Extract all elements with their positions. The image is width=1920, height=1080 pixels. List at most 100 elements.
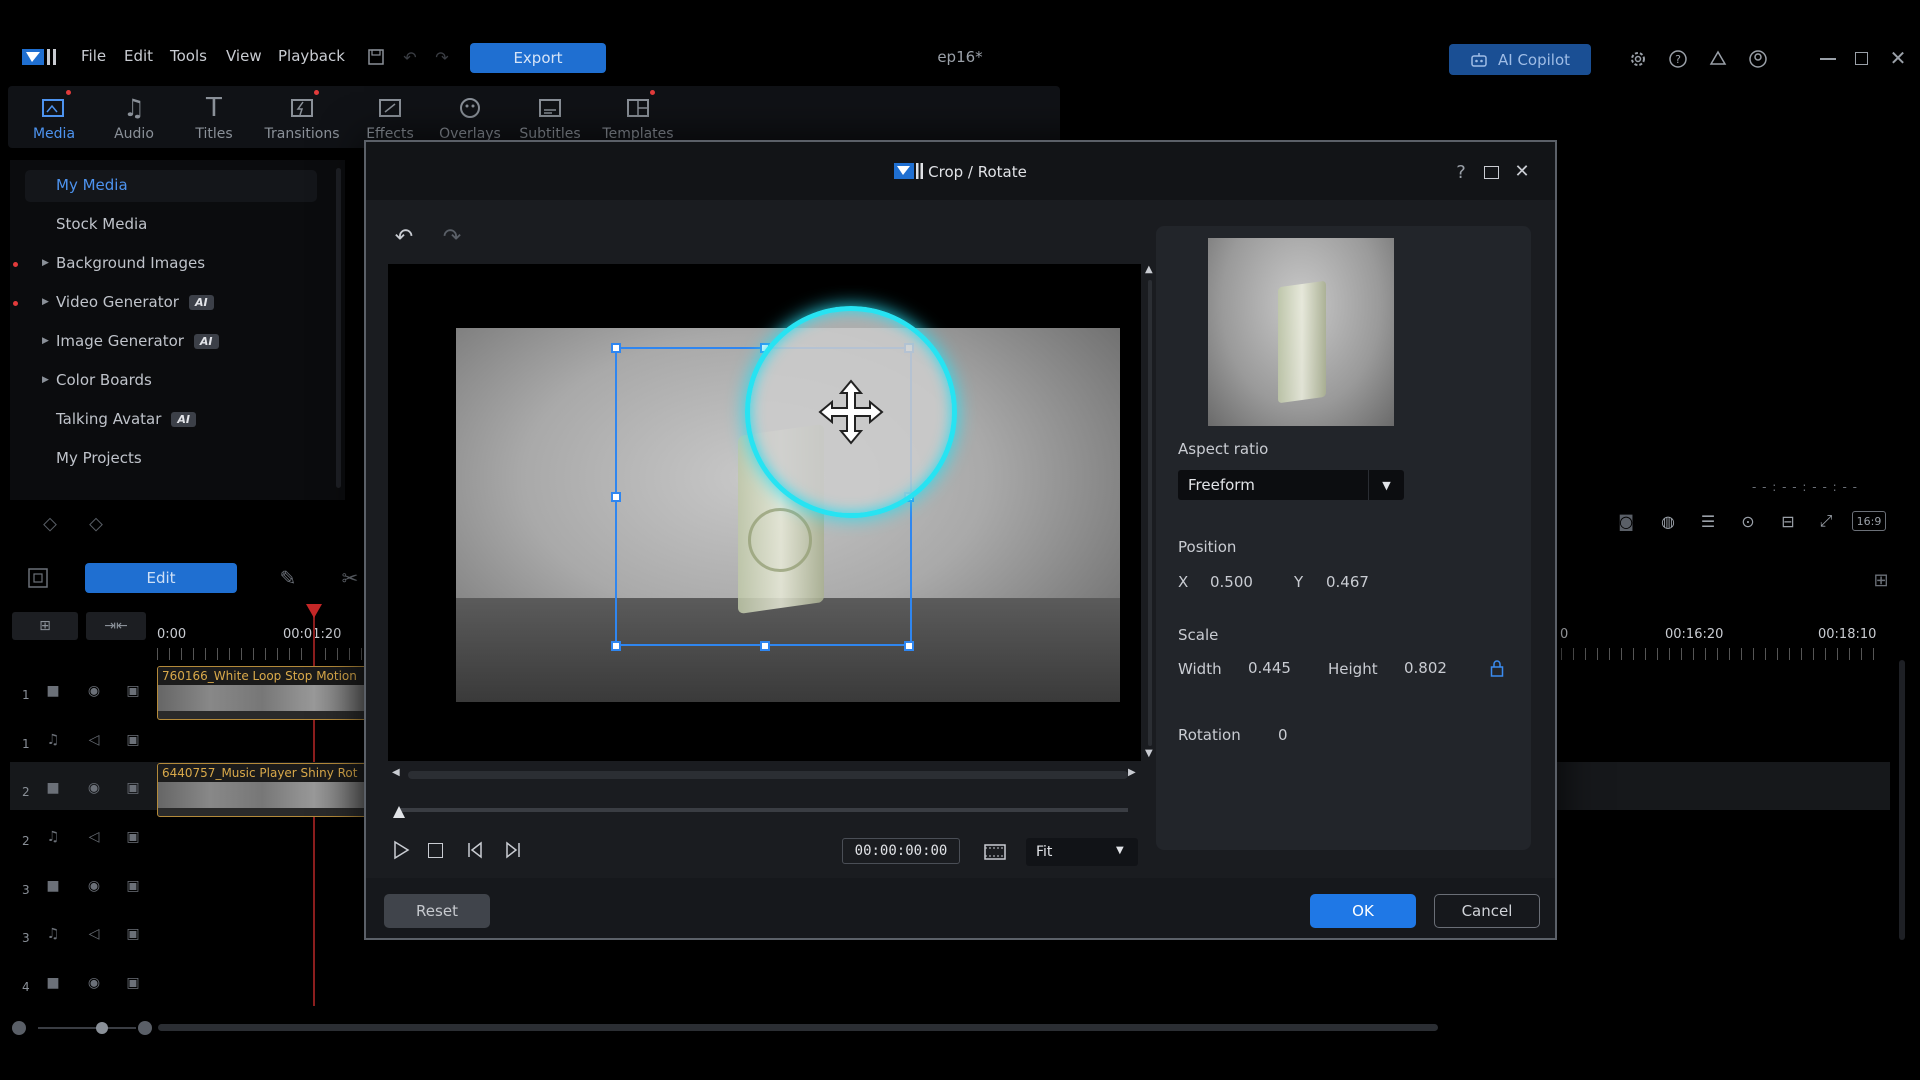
- zoom-slider-track[interactable]: [38, 1027, 136, 1029]
- lock-icon[interactable]: ▣: [123, 878, 143, 894]
- lock-icon[interactable]: ▣: [123, 732, 143, 748]
- minimize-icon[interactable]: [1820, 58, 1836, 60]
- scissors-icon[interactable]: ✂: [340, 566, 360, 590]
- zoom-in-icon[interactable]: [138, 1021, 152, 1035]
- track-manager-button[interactable]: ⊞: [12, 612, 78, 640]
- media-panel-scrollbar[interactable]: [336, 168, 341, 488]
- tab-overlays[interactable]: Overlays: [430, 86, 510, 148]
- scroll-up-icon[interactable]: ▲: [1145, 264, 1153, 275]
- media-item-background-images[interactable]: ▶ Background Images: [42, 251, 205, 275]
- ai-copilot-button[interactable]: AI Copilot: [1449, 44, 1591, 75]
- menu-edit[interactable]: Edit: [124, 47, 153, 65]
- export-button[interactable]: Export: [470, 43, 606, 73]
- maximize-icon[interactable]: [1484, 166, 1499, 179]
- menu-tools[interactable]: Tools: [170, 47, 207, 65]
- rotation-value-input[interactable]: 0: [1278, 726, 1288, 744]
- timeline-clip[interactable]: 6440757_Music Player Shiny Rot: [157, 763, 367, 817]
- preview-vscroll[interactable]: ▲ ▼: [1145, 264, 1153, 761]
- redo-icon[interactable]: ↷: [438, 225, 466, 250]
- lock-icon[interactable]: ▣: [123, 829, 143, 845]
- x-value-input[interactable]: 0.500: [1210, 573, 1253, 591]
- eye-icon[interactable]: ◉: [84, 780, 104, 796]
- eye-icon[interactable]: ◉: [84, 878, 104, 894]
- timeline-clip[interactable]: 760166_White Loop Stop Motion: [157, 666, 367, 720]
- media-item-color-boards[interactable]: ▶ Color Boards: [42, 368, 152, 392]
- tab-transitions[interactable]: Transitions: [254, 86, 350, 148]
- play-icon[interactable]: [390, 839, 412, 861]
- crop-handle-left[interactable]: [611, 492, 621, 502]
- undo-icon[interactable]: ↶: [390, 225, 418, 250]
- aspect-ratio-button[interactable]: 16:9: [1852, 511, 1886, 531]
- crop-preview-area[interactable]: [388, 264, 1141, 761]
- tab-effects[interactable]: Effects: [350, 86, 430, 148]
- scroll-right-icon[interactable]: ▶: [1128, 767, 1136, 778]
- preview-hscroll[interactable]: [408, 771, 1128, 779]
- aspect-ratio-select[interactable]: Freeform ▼: [1178, 470, 1404, 500]
- zoom-out-icon[interactable]: [12, 1021, 26, 1035]
- menu-file[interactable]: File: [81, 47, 106, 65]
- eye-icon[interactable]: ◉: [84, 975, 104, 991]
- lock-icon[interactable]: ▣: [123, 926, 143, 942]
- safe-zone-icon[interactable]: [982, 841, 1008, 863]
- help-icon[interactable]: ?: [1451, 162, 1471, 183]
- account-icon[interactable]: [1747, 48, 1769, 70]
- crop-handle-bottom-left[interactable]: [611, 641, 621, 651]
- lock-icon[interactable]: ▣: [123, 780, 143, 796]
- list-icon[interactable]: ☰: [1696, 510, 1720, 532]
- preview-quality-icon[interactable]: ◍: [1656, 510, 1680, 532]
- vscroll-track[interactable]: [1148, 280, 1152, 746]
- reset-button[interactable]: Reset: [384, 894, 490, 928]
- tag-remove-icon[interactable]: ⬦: [84, 511, 108, 535]
- zoom-icon[interactable]: ⊙: [1736, 510, 1760, 532]
- timecode-display[interactable]: 00:00:00:00: [842, 838, 960, 864]
- height-value-input[interactable]: 0.802: [1404, 659, 1447, 677]
- close-icon[interactable]: ✕: [1888, 46, 1908, 70]
- fit-timeline-button[interactable]: ⇥⇤: [86, 612, 146, 640]
- close-icon[interactable]: ✕: [1512, 161, 1532, 182]
- tab-audio[interactable]: ♫ Audio: [94, 86, 174, 148]
- timeline-grid-icon[interactable]: [26, 566, 50, 590]
- media-item-image-generator[interactable]: ▶ Image Generator AI: [42, 329, 219, 353]
- media-item-talking-avatar[interactable]: Talking Avatar AI: [56, 407, 196, 431]
- undo-icon[interactable]: ↶: [400, 48, 420, 67]
- ok-button[interactable]: OK: [1310, 894, 1416, 928]
- save-icon[interactable]: [366, 47, 386, 67]
- width-value-input[interactable]: 0.445: [1248, 659, 1291, 677]
- media-item-my-media[interactable]: My Media: [56, 173, 128, 197]
- gear-icon[interactable]: [1627, 48, 1649, 70]
- media-item-video-generator[interactable]: ▶ Video Generator AI: [42, 290, 214, 314]
- edit-button[interactable]: Edit: [85, 563, 237, 593]
- zoom-fit-select[interactable]: Fit ▼: [1026, 838, 1138, 866]
- tab-media[interactable]: Media: [14, 86, 94, 148]
- crop-handle-bottom-right[interactable]: [904, 641, 914, 651]
- playhead-handle[interactable]: [306, 604, 322, 618]
- media-item-stock-media[interactable]: Stock Media: [56, 212, 147, 236]
- speaker-icon[interactable]: ◁: [84, 926, 104, 942]
- stop-icon[interactable]: [428, 843, 443, 858]
- help-icon[interactable]: ?: [1667, 48, 1689, 70]
- redo-icon[interactable]: ↷: [432, 48, 452, 67]
- y-value-input[interactable]: 0.467: [1326, 573, 1369, 591]
- timeline-hscroll[interactable]: [158, 1024, 1438, 1031]
- layout-icon[interactable]: ⊟: [1776, 510, 1800, 532]
- tab-titles[interactable]: T Titles: [174, 86, 254, 148]
- eye-icon[interactable]: ◉: [84, 683, 104, 699]
- crop-handle-bottom[interactable]: [760, 641, 770, 651]
- pen-icon[interactable]: ✎: [276, 566, 300, 590]
- tab-templates[interactable]: Templates: [598, 86, 678, 148]
- speaker-icon[interactable]: ◁: [84, 829, 104, 845]
- cancel-button[interactable]: Cancel: [1434, 894, 1540, 928]
- lock-icon[interactable]: [1488, 658, 1506, 678]
- scroll-down-icon[interactable]: ▼: [1145, 748, 1153, 759]
- media-item-my-projects[interactable]: My Projects: [56, 446, 142, 470]
- next-frame-icon[interactable]: [502, 839, 524, 861]
- snapshot-icon[interactable]: ◙: [1614, 510, 1638, 532]
- lock-icon[interactable]: ▣: [123, 975, 143, 991]
- menu-view[interactable]: View: [226, 47, 262, 65]
- scroll-left-icon[interactable]: ◀: [392, 767, 400, 778]
- timeline-vscroll[interactable]: [1899, 660, 1905, 940]
- zoom-slider-thumb[interactable]: [96, 1022, 108, 1034]
- tag-add-icon[interactable]: ⬦: [38, 511, 62, 535]
- scrub-bar[interactable]: [398, 808, 1128, 812]
- notification-icon[interactable]: [1707, 48, 1729, 70]
